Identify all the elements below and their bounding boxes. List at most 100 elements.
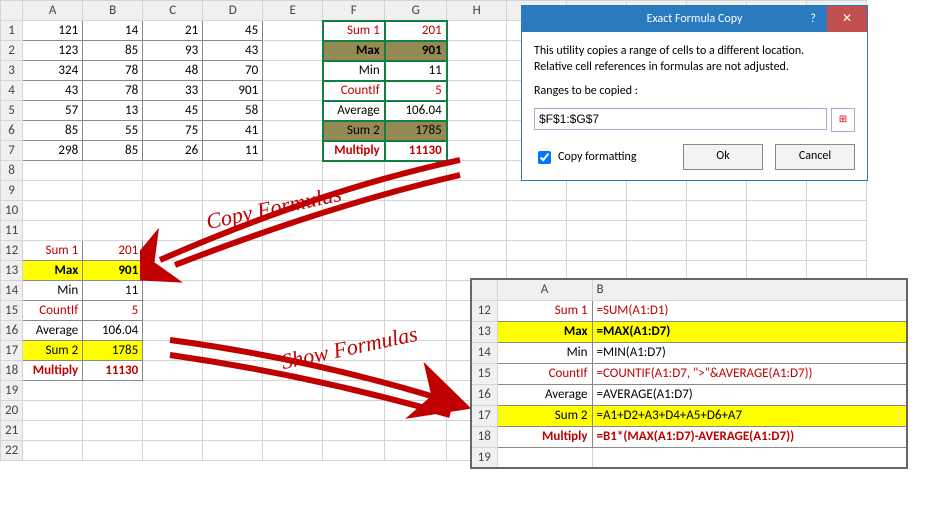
cell-H8[interactable] (447, 161, 507, 181)
cell-F7[interactable]: Multiply (323, 141, 385, 161)
cell-G1[interactable]: 201 (385, 21, 447, 41)
cell-B7[interactable]: 85 (83, 141, 143, 161)
cell-A15[interactable]: CountIf (23, 301, 83, 321)
f-cell-B18[interactable]: =B1*(MAX(A1:D7)-AVERAGE(A1:D7)) (592, 426, 907, 447)
cell-D22[interactable] (203, 441, 263, 461)
cell-A10[interactable] (23, 201, 83, 221)
cell-D9[interactable] (203, 181, 263, 201)
cell-C6[interactable]: 75 (143, 121, 203, 141)
cell-C19[interactable] (143, 381, 203, 401)
row-header-6[interactable]: 6 (1, 121, 23, 141)
row-header-7[interactable]: 7 (1, 141, 23, 161)
cell-G6[interactable]: 1785 (385, 121, 447, 141)
range-input[interactable] (534, 108, 827, 130)
cell-A22[interactable] (23, 441, 83, 461)
cell-B4[interactable]: 78 (83, 81, 143, 101)
row-header-18[interactable]: 18 (1, 361, 23, 381)
cell-G7[interactable]: 11130 (385, 141, 447, 161)
cell-F14[interactable] (323, 281, 385, 301)
cell-F1[interactable]: Sum 1 (323, 21, 385, 41)
row-header-19[interactable]: 19 (1, 381, 23, 401)
cell-D18[interactable] (203, 361, 263, 381)
range-picker-icon[interactable]: ⊞ (831, 108, 855, 132)
cell-B17[interactable]: 1785 (83, 341, 143, 361)
cell-E8[interactable] (263, 161, 323, 181)
cell-H1[interactable] (447, 21, 507, 41)
cell-D13[interactable] (203, 261, 263, 281)
cell-C4[interactable]: 33 (143, 81, 203, 101)
cell-F21[interactable] (323, 421, 385, 441)
row-header-22[interactable]: 22 (1, 441, 23, 461)
f-cell-B12[interactable]: =SUM(A1:D1) (592, 300, 907, 321)
f-cell-B16[interactable]: =AVERAGE(A1:D7) (592, 384, 907, 405)
f-cell-B15[interactable]: =COUNTIF(A1:D7, ">"&AVERAGE(A1:D7)) (592, 363, 907, 384)
cell-F8[interactable] (323, 161, 385, 181)
cell-H6[interactable] (447, 121, 507, 141)
cell-C3[interactable]: 48 (143, 61, 203, 81)
cell-D21[interactable] (203, 421, 263, 441)
cell-A16[interactable]: Average (23, 321, 83, 341)
cell-J9[interactable] (567, 181, 627, 201)
cell-A1[interactable]: 121 (23, 21, 83, 41)
cell-E2[interactable] (263, 41, 323, 61)
cell-E16[interactable] (263, 321, 323, 341)
col-header-G[interactable]: G (385, 1, 447, 21)
cell-G2[interactable]: 901 (385, 41, 447, 61)
cell-N9[interactable] (807, 181, 867, 201)
cell-H11[interactable] (447, 221, 507, 241)
cell-C7[interactable]: 26 (143, 141, 203, 161)
cell-H9[interactable] (447, 181, 507, 201)
cell-F6[interactable]: Sum 2 (323, 121, 385, 141)
cell-M9[interactable] (747, 181, 807, 201)
cell-D3[interactable]: 70 (203, 61, 263, 81)
cell-N10[interactable] (807, 201, 867, 221)
cell-G9[interactable] (385, 181, 447, 201)
cell-H4[interactable] (447, 81, 507, 101)
cell-L10[interactable] (687, 201, 747, 221)
f-cell-A13[interactable]: Max (497, 321, 592, 342)
cell-J10[interactable] (567, 201, 627, 221)
row-header-4[interactable]: 4 (1, 81, 23, 101)
cell-A3[interactable]: 324 (23, 61, 83, 81)
cell-B11[interactable] (83, 221, 143, 241)
copy-formatting-checkbox[interactable]: Copy formatting (534, 148, 637, 167)
cell-G5[interactable]: 106.04 (385, 101, 447, 121)
cell-I11[interactable] (507, 221, 567, 241)
cell-G18[interactable] (385, 361, 447, 381)
f-cell-B14[interactable]: =MIN(A1:D7) (592, 342, 907, 363)
cell-E20[interactable] (263, 401, 323, 421)
cell-D14[interactable] (203, 281, 263, 301)
cell-I10[interactable] (507, 201, 567, 221)
cell-M12[interactable] (747, 241, 807, 261)
cell-J12[interactable] (567, 241, 627, 261)
cell-G20[interactable] (385, 401, 447, 421)
f-cell-A12[interactable]: Sum 1 (497, 300, 592, 321)
cell-D4[interactable]: 901 (203, 81, 263, 101)
col-header-A[interactable]: A (23, 1, 83, 21)
cell-B5[interactable]: 13 (83, 101, 143, 121)
cell-M10[interactable] (747, 201, 807, 221)
row-header-16[interactable]: 16 (1, 321, 23, 341)
f-cell-A14[interactable]: Min (497, 342, 592, 363)
cell-G14[interactable] (385, 281, 447, 301)
cell-B13[interactable]: 901 (83, 261, 143, 281)
cell-A2[interactable]: 123 (23, 41, 83, 61)
cell-D2[interactable]: 43 (203, 41, 263, 61)
cell-B9[interactable] (83, 181, 143, 201)
cell-A17[interactable]: Sum 2 (23, 341, 83, 361)
cell-E3[interactable] (263, 61, 323, 81)
cell-D12[interactable] (203, 241, 263, 261)
cell-C8[interactable] (143, 161, 203, 181)
f-row-header-17[interactable]: 17 (471, 405, 497, 426)
cell-K10[interactable] (627, 201, 687, 221)
cell-G12[interactable] (385, 241, 447, 261)
f-cell-B17[interactable]: =A1+D2+A3+D4+A5+D6+A7 (592, 405, 907, 426)
f-cell-A17[interactable]: Sum 2 (497, 405, 592, 426)
cell-F19[interactable] (323, 381, 385, 401)
f-cell-A19[interactable] (497, 447, 592, 468)
row-header-3[interactable]: 3 (1, 61, 23, 81)
cell-B10[interactable] (83, 201, 143, 221)
col-header-B[interactable]: B (83, 1, 143, 21)
cell-B22[interactable] (83, 441, 143, 461)
cell-E13[interactable] (263, 261, 323, 281)
